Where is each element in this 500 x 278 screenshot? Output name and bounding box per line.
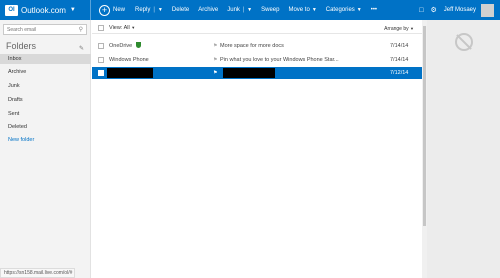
select-all-checkbox[interactable] (98, 25, 104, 31)
shield-icon (136, 42, 142, 48)
message-subject: More space for more docs (220, 43, 284, 49)
flag-icon[interactable]: ⚑ (213, 40, 217, 52)
divider: | (153, 7, 155, 13)
reply-dropdown[interactable]: ▼ (156, 7, 163, 13)
archive-label: Archive (198, 7, 219, 13)
sidebar-item-deleted[interactable]: Deleted (0, 122, 91, 132)
command-bar: + New Reply | ▼ Delete Archive Junk | ▼ Sw… (99, 0, 386, 20)
junk-label: Junk (227, 7, 240, 13)
message-list: View: All ▼ Arrange by ▼ OneDrive ⚑ More… (92, 20, 422, 278)
message-row[interactable]: OneDrive ⚑ More space for more docs 7/14… (92, 40, 422, 52)
message-row-selected[interactable]: ⚑ 7/12/14 (92, 67, 422, 79)
chevron-down-icon: ▼ (410, 26, 414, 31)
scrollbar-thumb[interactable] (423, 26, 426, 226)
avatar[interactable] (481, 3, 494, 17)
status-url: https://sn158.mail.live.com/ol/# (0, 268, 75, 278)
gear-icon[interactable]: ⚙ (430, 6, 436, 14)
archive-button[interactable]: Archive (198, 7, 218, 13)
view-filter[interactable]: View: All ▼ (109, 25, 135, 31)
message-subject: Pin what you love to your Windows Phone … (220, 57, 339, 63)
sidebar-item-sent[interactable]: Sent (0, 109, 91, 119)
reading-pane (427, 20, 500, 278)
sender-name: OneDrive (109, 43, 133, 49)
arrange-by-label: Arrange by (384, 26, 409, 32)
junk-button[interactable]: Junk | ▼ (227, 7, 252, 13)
search-box: ⚲ (3, 24, 87, 35)
new-label: New (113, 7, 126, 13)
search-icon[interactable]: ⚲ (79, 26, 83, 33)
chevron-down-icon: ▼ (311, 7, 317, 13)
new-plus-icon: + (99, 4, 110, 16)
categories-label: Categories (325, 7, 355, 13)
chevron-down-icon: ▼ (131, 25, 136, 30)
sidebar: ⚲ Folders ✎ Inbox Archive Junk Drafts Se… (0, 20, 91, 278)
view-filter-label: View: All (109, 25, 130, 31)
delete-label: Delete (171, 7, 190, 13)
row-checkbox[interactable] (98, 70, 104, 76)
sweep-label: Sweep (261, 7, 280, 13)
message-date: 7/14/14 (390, 43, 409, 49)
chat-icon[interactable]: □ (419, 7, 423, 14)
no-message-icon (455, 33, 473, 51)
divider: | (242, 7, 245, 13)
sender-name: Windows Phone (109, 57, 149, 63)
redacted-subject (223, 68, 275, 78)
folders-title: Folders (6, 41, 37, 51)
redacted-sender (107, 68, 153, 78)
divider (90, 0, 91, 20)
categories-button[interactable]: Categories ▼ (326, 7, 362, 13)
chevron-down-icon[interactable]: ▼ (70, 7, 76, 13)
row-checkbox[interactable] (98, 43, 104, 49)
edit-icon[interactable]: ✎ (79, 45, 84, 52)
reply-label: Reply (135, 7, 151, 13)
message-date: 7/14/14 (390, 57, 409, 63)
top-bar: Ol Outlook.com ▼ + New Reply | ▼ Delete A… (0, 0, 500, 20)
user-name[interactable]: Jeff Mosaey (444, 7, 476, 13)
outlook-logo-icon: Ol (5, 4, 18, 16)
search-input[interactable] (4, 25, 76, 34)
more-button[interactable]: ••• (371, 7, 377, 13)
right-tools: □ ⚙ Jeff Mosaey (412, 0, 494, 20)
chevron-down-icon: ▼ (157, 7, 163, 13)
chevron-down-icon[interactable]: ▼ (247, 7, 252, 13)
message-date: 7/12/14 (390, 70, 409, 76)
sidebar-item-inbox[interactable]: Inbox (0, 54, 91, 64)
new-folder-link[interactable]: New folder (0, 135, 91, 145)
row-checkbox[interactable] (98, 57, 104, 63)
sidebar-item-archive[interactable]: Archive (0, 67, 91, 77)
arrange-by-button[interactable]: Arrange by ▼ (384, 26, 414, 32)
move-to-button[interactable]: Move to ▼ (288, 7, 316, 13)
flag-icon[interactable]: ⚑ (213, 54, 217, 66)
message-sender: OneDrive (109, 40, 142, 52)
message-row[interactable]: Windows Phone ⚑ Pin what you love to you… (92, 54, 422, 66)
sidebar-item-junk[interactable]: Junk (0, 81, 91, 91)
list-header: View: All ▼ Arrange by ▼ (92, 20, 422, 34)
chevron-down-icon: ▼ (356, 7, 362, 13)
new-button[interactable]: + New (99, 4, 126, 16)
sweep-button[interactable]: Sweep (261, 7, 279, 13)
delete-button[interactable]: Delete (172, 7, 189, 13)
move-to-label: Move to (288, 7, 310, 13)
reply-button[interactable]: Reply (135, 7, 150, 13)
flag-icon[interactable]: ⚑ (213, 67, 217, 79)
brand[interactable]: Ol Outlook.com ▼ (0, 0, 90, 20)
sidebar-item-drafts[interactable]: Drafts (0, 95, 91, 105)
app-title: Outlook.com (21, 5, 66, 15)
